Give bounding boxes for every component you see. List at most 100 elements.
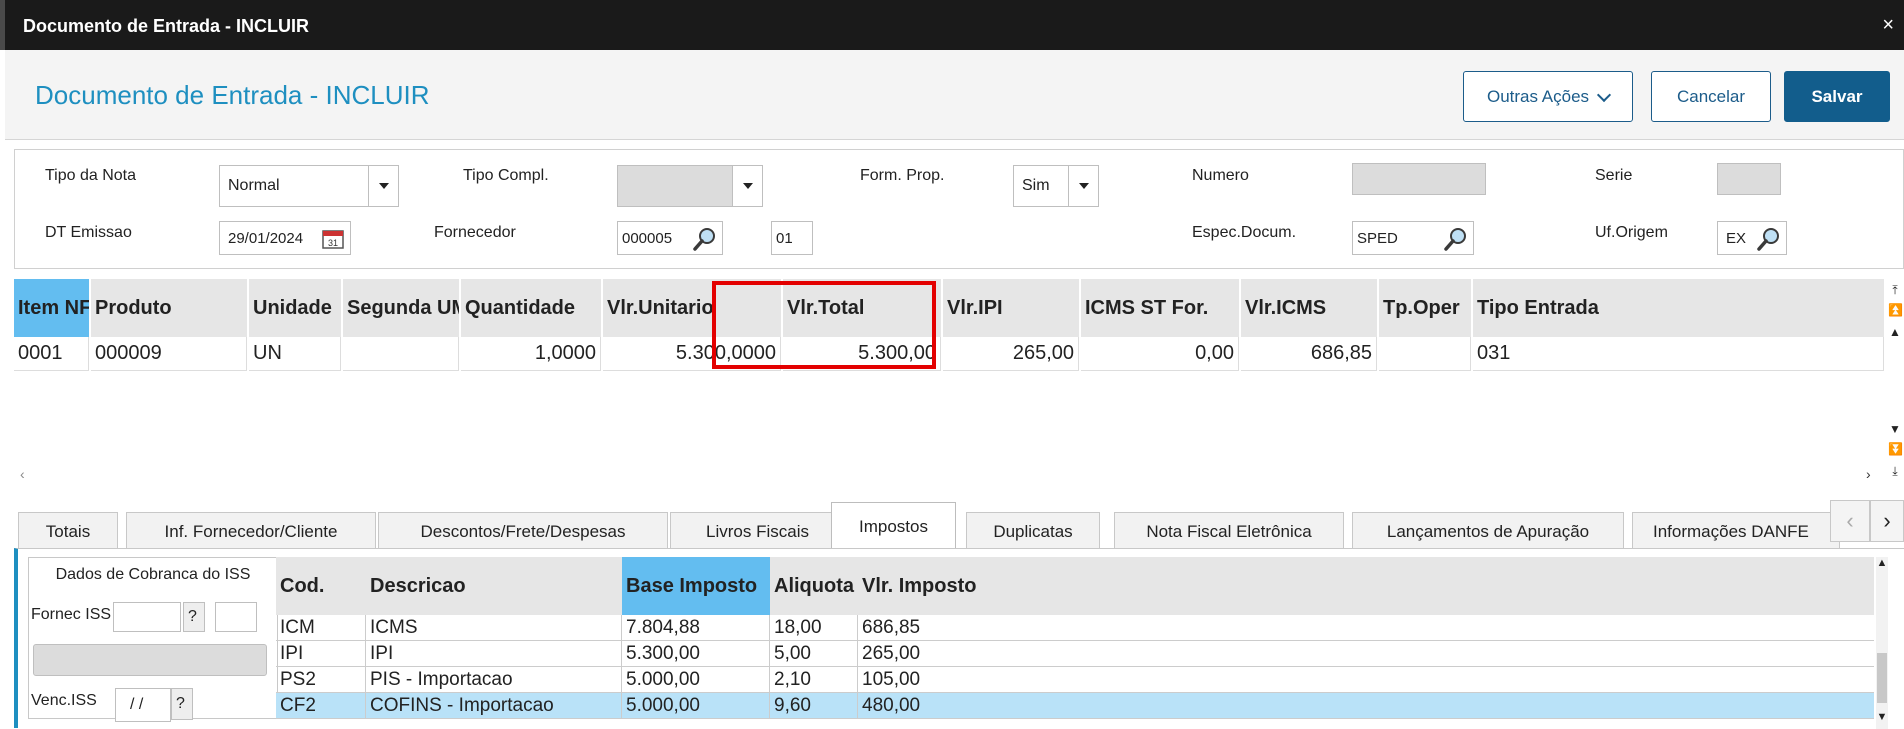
save-button[interactable]: Salvar [1784,71,1890,122]
table-cell: ICMS [366,615,622,641]
scroll-thumb[interactable] [1877,653,1887,703]
tab-danfe[interactable]: Informações DANFE [1632,512,1840,550]
table-row[interactable]: ICM ICMS 7.804,88 18,00 686,85 [276,615,1874,641]
chevron-right-icon[interactable]: › [1870,500,1904,542]
tipo-nota-select[interactable]: Normal [219,165,399,207]
help-icon[interactable]: ? [183,602,205,632]
iss-name-field[interactable] [33,644,267,676]
venc-iss-field[interactable]: / / [115,688,171,722]
column-header[interactable]: Cod. [276,557,366,615]
items-grid[interactable]: Item NF Produto Unidade Segunda UM Quant… [14,279,1884,373]
table-cell[interactable] [343,337,459,371]
impostos-panel: Dados de Cobranca do ISS Fornec ISS ? Ve… [14,548,1904,729]
scroll-left-icon[interactable]: ‹ [20,466,25,482]
table-cell[interactable]: 0001 [14,337,89,371]
column-header[interactable]: Produto [91,279,247,337]
serie-field[interactable] [1717,163,1781,195]
fornecedor-field[interactable]: 000005 [617,221,723,255]
tab-lancamentos[interactable]: Lançamentos de Apuração [1352,512,1624,550]
tab-bar: Totais Inf. Fornecedor/Cliente Descontos… [18,500,1904,550]
scroll-up-icon[interactable]: ▲ [1876,557,1888,569]
form-prop-label: Form. Prop. [860,167,945,184]
table-row[interactable]: IPI IPI 5.300,00 5,00 265,00 [276,641,1874,667]
fornecedor-value: 000005 [622,229,673,247]
uf-origem-field[interactable]: EX [1717,221,1787,255]
table-row-selected[interactable]: CF2 COFINS - Importacao 5.000,00 9,60 48… [276,693,1874,719]
column-header[interactable]: Unidade [249,279,341,337]
chevron-left-icon[interactable]: ‹ [1830,500,1870,542]
scroll-up-icon[interactable]: ▲ [1888,325,1902,339]
search-icon[interactable] [692,226,718,252]
search-icon[interactable] [1756,226,1782,252]
table-cell[interactable] [1379,337,1471,371]
tab-descontos[interactable]: Descontos/Frete/Despesas [378,512,668,550]
column-header[interactable]: Vlr.IPI [943,279,1079,337]
dt-emissao-field[interactable]: 29/01/2024 31 [219,221,351,255]
chevron-down-icon[interactable] [1068,166,1098,206]
column-header[interactable]: Tp.Oper [1379,279,1471,337]
loja-field[interactable]: 01 [771,221,813,255]
table-cell[interactable]: 686,85 [1241,337,1377,371]
table-cell[interactable]: 031 [1473,337,1884,371]
numero-field[interactable] [1352,163,1486,195]
scroll-page-down-icon[interactable]: ⏬ [1888,442,1903,456]
column-header[interactable]: Item NF [14,279,89,337]
scroll-page-up-icon[interactable]: ⏫ [1888,303,1903,317]
table-cell[interactable]: 0,00 [1081,337,1239,371]
page-title: Documento de Entrada - INCLUIR [35,80,430,110]
column-header[interactable]: Quantidade [461,279,601,337]
scroll-right-icon[interactable]: › [1866,466,1871,482]
column-header[interactable]: ICMS ST For. [1081,279,1239,337]
form-prop-select[interactable]: Sim [1013,165,1099,207]
chevron-down-icon[interactable] [368,166,398,206]
table-cell: CF2 [276,693,366,719]
form-prop-value: Sim [1022,177,1050,194]
help-icon[interactable]: ? [171,688,193,720]
column-header[interactable]: Base Imposto [622,557,770,615]
uf-origem-label: Uf.Origem [1595,224,1668,241]
scroll-down-icon[interactable]: ▼ [1888,422,1902,436]
column-header[interactable]: Descricao [366,557,622,615]
tab-impostos[interactable]: Impostos [831,502,956,550]
column-header[interactable]: Vlr.ICMS [1241,279,1377,337]
table-cell[interactable]: 000009 [91,337,247,371]
tab-livros-fiscais[interactable]: Livros Fiscais [670,512,845,550]
tipo-compl-label: Tipo Compl. [463,167,549,184]
scrollbar[interactable]: ▲ ▼ [1876,557,1888,729]
table-cell: 686,85 [858,615,1874,641]
outras-acoes-button[interactable]: Outras Ações [1463,71,1633,122]
chevron-down-icon[interactable] [732,166,762,206]
table-cell: 5.300,00 [622,641,770,667]
title-bar: Documento de Entrada - INCLUIR × [0,0,1904,50]
scroll-bottom-icon[interactable]: ⤓ [1888,464,1902,478]
column-header[interactable]: Segunda UM [343,279,459,337]
uf-origem-value: EX [1726,229,1747,247]
window-title: Documento de Entrada - INCLUIR [23,16,310,36]
tab-totais[interactable]: Totais [18,512,118,550]
table-cell[interactable]: 1,0000 [461,337,601,371]
table-cell: 5.000,00 [622,693,770,719]
tipo-compl-select[interactable] [617,165,763,207]
scroll-top-icon[interactable]: ⤒ [1888,283,1902,297]
tab-nfe[interactable]: Nota Fiscal Eletrônica [1114,512,1344,550]
table-row[interactable]: PS2 PIS - Importacao 5.000,00 2,10 105,0… [276,667,1874,693]
search-icon[interactable] [1443,226,1469,252]
calendar-icon[interactable]: 31 [320,226,346,252]
close-icon[interactable]: × [1882,14,1894,37]
fornec-iss-field[interactable] [113,602,181,632]
table-cell[interactable]: UN [249,337,341,371]
column-header[interactable]: Tipo Entrada [1473,279,1884,337]
loja-iss-field[interactable] [215,602,257,632]
tab-inf-fornecedor[interactable]: Inf. Fornecedor/Cliente [126,512,376,550]
taxes-table: Cod. Descricao Base Imposto Aliquota Vlr… [276,557,1888,729]
cancel-button[interactable]: Cancelar [1651,71,1771,122]
outras-acoes-label: Outras Ações [1486,86,1590,106]
tab-duplicatas[interactable]: Duplicatas [966,512,1100,550]
scroll-down-icon[interactable]: ▼ [1876,711,1888,723]
table-cell[interactable]: 265,00 [943,337,1079,371]
venc-iss-label: Venc.ISS [31,692,97,709]
tipo-nota-value: Normal [228,177,280,194]
espec-docum-field[interactable]: SPED [1352,221,1474,255]
column-header[interactable]: Vlr. Imposto [858,557,1874,615]
column-header[interactable]: Aliquota [770,557,858,615]
